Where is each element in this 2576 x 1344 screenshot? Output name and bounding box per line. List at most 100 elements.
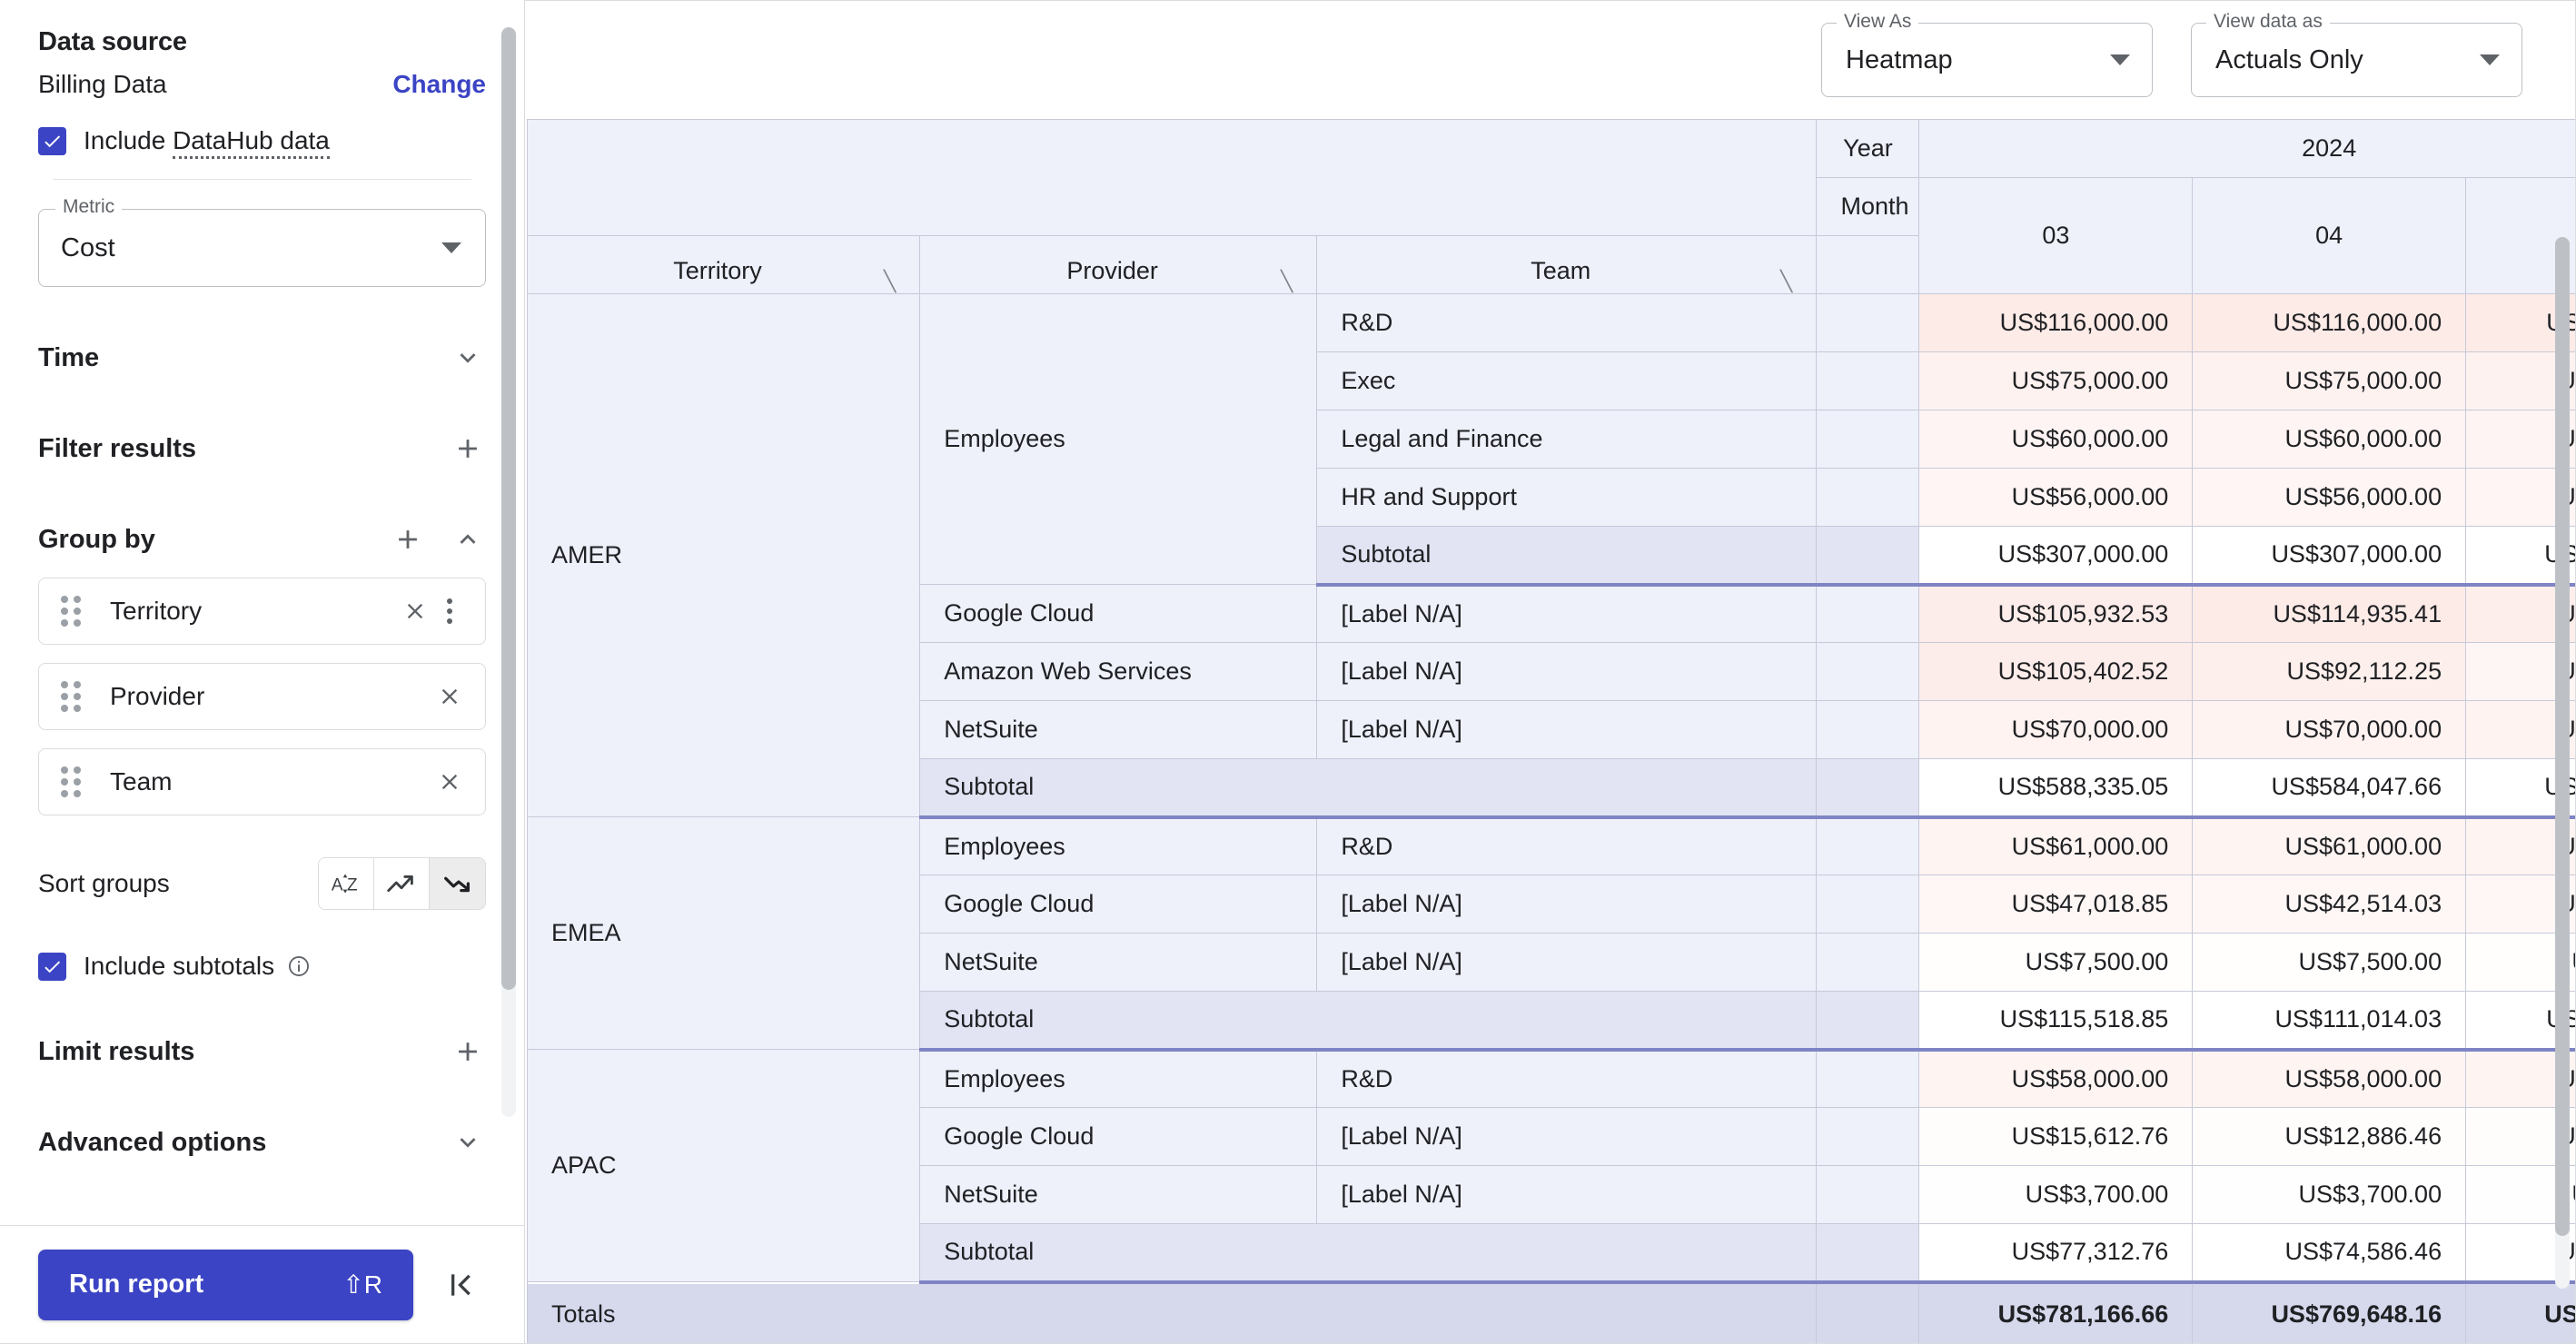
- change-data-source-link[interactable]: Change: [392, 70, 486, 99]
- cell-value: US$56,000.00: [1919, 469, 2193, 527]
- info-icon[interactable]: [287, 954, 311, 978]
- trending-up-icon: [384, 868, 419, 899]
- view-data-as-select[interactable]: View data as Actuals Only: [2191, 23, 2522, 97]
- cell-subtotal-label: Subtotal: [920, 759, 1817, 817]
- metric-value: Cost: [61, 233, 115, 263]
- cell-value: US$105,402.52: [1919, 643, 2193, 701]
- sort-ascending-button[interactable]: [374, 858, 430, 909]
- month-column-header-04[interactable]: 04: [2193, 178, 2466, 294]
- sort-descending-button[interactable]: [430, 858, 485, 909]
- table-vertical-scrollbar[interactable]: [2555, 237, 2570, 1289]
- include-datahub-label-prefix: Include: [84, 126, 173, 154]
- resize-handle-icon[interactable]: ╱: [884, 270, 896, 293]
- sort-alphabetical-button[interactable]: A Z: [319, 858, 374, 909]
- cell-grand-total-value: US$713,966.83: [2466, 1282, 2575, 1344]
- table-body: AMER Employees R&D US$116,000.00 US$116,…: [528, 294, 2576, 1344]
- cell-grand-totals-label: Totals: [528, 1282, 1817, 1344]
- cell-subtotal-value: US$307,000.00: [2193, 527, 2466, 585]
- view-as-legend: View As: [1837, 11, 1918, 33]
- table-row[interactable]: EMEA Employees R&D US$61,000.00 US$61,00…: [528, 817, 2576, 875]
- cell-value: US$116,000.00: [1919, 294, 2193, 352]
- group-by-item-label: Team: [110, 767, 432, 796]
- metric-select[interactable]: Metric Cost: [38, 209, 486, 287]
- drag-handle-icon[interactable]: [61, 681, 81, 712]
- cell-value: US$116,000.00: [2193, 294, 2466, 352]
- cell-grand-total-value: US$769,648.16: [2193, 1282, 2466, 1344]
- cell-team: Legal and Finance: [1317, 410, 1817, 469]
- cell-provider: NetSuite: [920, 1166, 1317, 1224]
- limit-results-section-header: Limit results: [38, 1032, 486, 1072]
- svg-text:A: A: [332, 876, 343, 895]
- remove-group-by-provider-button[interactable]: [432, 679, 467, 714]
- view-data-as-legend: View data as: [2206, 11, 2330, 33]
- table-row[interactable]: APAC Employees R&D US$58,000.00 US$58,00…: [528, 1050, 2576, 1108]
- include-subtotals-row[interactable]: Include subtotals: [38, 952, 486, 981]
- cell-value: US$70,000.00: [2193, 701, 2466, 759]
- remove-group-by-team-button[interactable]: [432, 765, 467, 799]
- collapse-group-by-button[interactable]: [450, 521, 486, 558]
- resize-handle-icon[interactable]: ╱: [1780, 270, 1792, 293]
- column-header-team[interactable]: Team╱: [1317, 236, 1817, 294]
- sidebar-scroll-area: Data source Billing Data Change Include …: [0, 0, 524, 1225]
- cell-provider: NetSuite: [920, 934, 1317, 992]
- add-group-by-button[interactable]: [390, 521, 426, 558]
- cell-team: R&D: [1317, 294, 1817, 352]
- cell-provider: Amazon Web Services: [920, 643, 1317, 701]
- sidebar-scrollbar-thumb[interactable]: [501, 27, 516, 990]
- report-config-sidebar: Data source Billing Data Change Include …: [0, 0, 525, 1344]
- advanced-options-section-header[interactable]: Advanced options: [38, 1122, 486, 1162]
- cell-team: [Label N/A]: [1317, 701, 1817, 759]
- close-icon: [437, 684, 462, 709]
- cell-spacer: [1817, 527, 1919, 585]
- cell-value: US$7,500.00: [2193, 934, 2466, 992]
- cell-subtotal-value: US$77,312.76: [1919, 1224, 2193, 1282]
- metric-legend: Metric: [55, 196, 122, 218]
- group-by-item-provider[interactable]: Provider: [38, 663, 486, 730]
- table-row[interactable]: AMER Employees R&D US$116,000.00 US$116,…: [528, 294, 2576, 352]
- chevron-down-icon: [2110, 54, 2130, 65]
- include-subtotals-checkbox[interactable]: [38, 953, 66, 981]
- cell-team: Exec: [1317, 352, 1817, 410]
- cell-subtotal-value: US$111,014.03: [2193, 992, 2466, 1050]
- report-main-panel: View As Heatmap View data as Actuals Onl…: [525, 0, 2576, 1344]
- cell-value: US$42,514.03: [2193, 875, 2466, 934]
- table-header-year-row: Year 2024 Totals: [528, 120, 2576, 178]
- report-table-container[interactable]: Year 2024 Totals Month 03 04 05 Territor…: [525, 119, 2575, 1343]
- include-subtotals-label: Include subtotals: [84, 952, 274, 981]
- remove-group-by-territory-button[interactable]: [398, 594, 432, 628]
- cell-spacer: [1817, 759, 1919, 817]
- chevron-down-icon[interactable]: [450, 340, 486, 376]
- cell-spacer: [1817, 1224, 1919, 1282]
- column-header-provider[interactable]: Provider╱: [920, 236, 1317, 294]
- run-report-button[interactable]: Run report ⇧R: [38, 1250, 413, 1320]
- datahub-tooltip-link[interactable]: DataHub data: [173, 126, 330, 159]
- drag-handle-icon[interactable]: [61, 766, 81, 797]
- sidebar-scrollbar[interactable]: [501, 27, 516, 1117]
- cell-provider: Employees: [920, 1050, 1317, 1108]
- month-column-header-03[interactable]: 03: [1919, 178, 2193, 294]
- cell-spacer: [1817, 875, 1919, 934]
- cell-value: US$3,700.00: [2193, 1166, 2466, 1224]
- time-section-header[interactable]: Time: [38, 338, 486, 378]
- column-header-territory[interactable]: Territory ╱: [528, 236, 920, 294]
- group-by-item-team[interactable]: Team: [38, 748, 486, 815]
- view-as-select[interactable]: View As Heatmap: [1821, 23, 2153, 97]
- drag-handle-icon[interactable]: [61, 596, 81, 627]
- resize-handle-icon[interactable]: ╱: [1281, 270, 1293, 293]
- column-header-territory-label: Territory: [673, 257, 762, 284]
- cell-provider: Google Cloud: [920, 585, 1317, 643]
- add-limit-button[interactable]: [450, 1033, 486, 1070]
- cell-team: HR and Support: [1317, 469, 1817, 527]
- add-filter-button[interactable]: [450, 430, 486, 467]
- include-datahub-row[interactable]: Include DataHub data: [38, 126, 486, 155]
- cell-value: US$15,612.76: [1919, 1108, 2193, 1166]
- chevron-down-icon[interactable]: [450, 1124, 486, 1161]
- group-by-item-territory[interactable]: Territory: [38, 578, 486, 645]
- include-datahub-checkbox[interactable]: [38, 127, 66, 155]
- group-by-actions: [390, 521, 486, 558]
- table-scrollbar-thumb[interactable]: [2555, 237, 2570, 1236]
- collapse-sidebar-button[interactable]: [435, 1260, 486, 1310]
- cell-team: R&D: [1317, 1050, 1817, 1108]
- divider: [53, 179, 471, 180]
- group-by-territory-more-options-icon[interactable]: [432, 594, 467, 628]
